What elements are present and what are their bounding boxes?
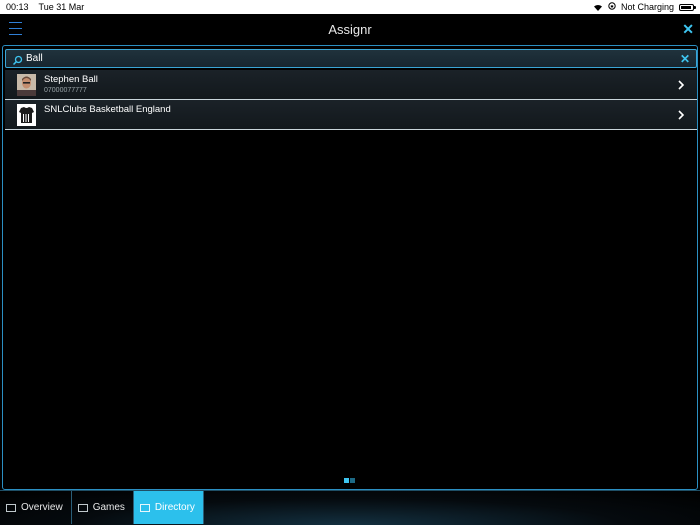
battery-icon	[679, 3, 696, 11]
page-dot-active[interactable]	[344, 478, 349, 483]
result-name: Stephen Ball	[44, 74, 98, 85]
status-bar: 00:13 Tue 31 Mar Not Charging	[0, 0, 700, 14]
chevron-right-icon	[677, 78, 685, 90]
app-header: Assignr ✕	[0, 14, 700, 45]
hamburger-icon[interactable]	[9, 22, 22, 35]
wifi-icon	[593, 4, 603, 11]
directory-icon	[139, 503, 150, 512]
jersey-icon	[17, 104, 36, 126]
tab-label: Overview	[21, 502, 63, 513]
charging-status: Not Charging	[620, 2, 674, 12]
page-indicator	[344, 478, 355, 483]
result-name: SNLClubs Basketball England	[44, 104, 171, 115]
tab-games[interactable]: Games	[72, 491, 134, 524]
search-bar: ✕	[5, 49, 697, 68]
overview-icon	[6, 503, 16, 512]
list-item[interactable]: Stephen Ball 07000077777	[5, 70, 697, 100]
clear-search-icon[interactable]: ✕	[680, 52, 690, 66]
page-dot[interactable]	[350, 478, 355, 483]
status-time: 00:13	[6, 2, 29, 12]
tab-overview[interactable]: Overview	[0, 491, 72, 524]
chevron-right-icon	[677, 108, 685, 120]
orientation-lock-icon	[608, 2, 616, 12]
tab-label: Games	[92, 502, 125, 513]
status-right: Not Charging	[593, 2, 696, 12]
search-input[interactable]	[26, 53, 680, 64]
close-icon[interactable]: ✕	[682, 21, 694, 38]
directory-panel: ✕ Stephen Ball 07000077777	[2, 45, 698, 490]
search-icon	[12, 53, 23, 66]
tab-bar: Overview Games Directory	[0, 490, 700, 525]
page-title: Assignr	[328, 22, 372, 37]
status-date: Tue 31 Mar	[38, 2, 85, 12]
tab-directory[interactable]: Directory	[133, 491, 204, 524]
result-phone: 07000077777	[44, 87, 87, 94]
results-list: Stephen Ball 07000077777 SNLClubs Basket…	[5, 70, 697, 130]
list-item[interactable]: SNLClubs Basketball England	[5, 100, 697, 130]
person-avatar	[17, 74, 36, 96]
games-icon	[77, 503, 88, 512]
tab-label: Directory	[154, 502, 195, 513]
